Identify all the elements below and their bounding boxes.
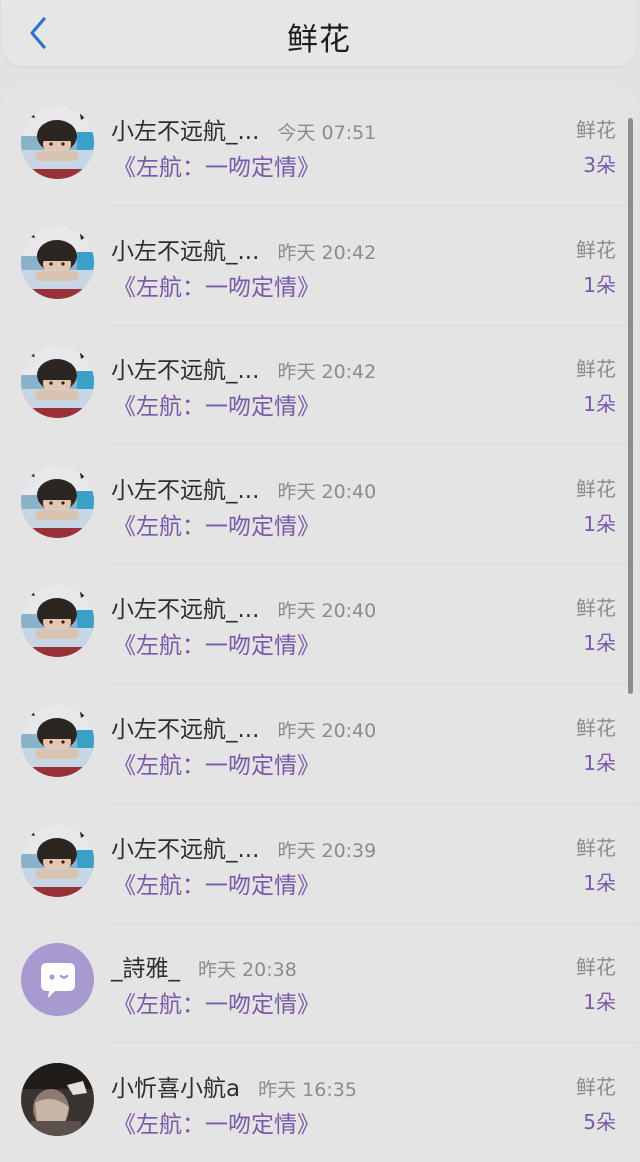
- book-title[interactable]: 《左航：一吻定情》: [113, 387, 320, 421]
- name-line: _詩雅_ 昨天 20:38: [111, 949, 297, 983]
- gift-type: 鲜花: [576, 476, 616, 501]
- gift-count: 5朵: [583, 1109, 616, 1134]
- page-title: 鲜花: [287, 22, 351, 58]
- username[interactable]: _詩雅_: [111, 949, 180, 983]
- list-item[interactable]: _詩雅_ 昨天 20:38 《左航：一吻定情》 鲜花 1朵: [0, 923, 638, 1044]
- list-item[interactable]: 小左不远航_... 昨天 20:40 《左航：一吻定情》 鲜花 1朵: [0, 564, 638, 685]
- timestamp: 昨天 20:42: [277, 241, 377, 264]
- gift-type: 鲜花: [576, 596, 616, 621]
- list-item[interactable]: 小忻喜小航a 昨天 16:35 《左航：一吻定情》 鲜花 5朵: [0, 1043, 638, 1162]
- timestamp: 昨天 20:40: [277, 480, 377, 503]
- gift-list[interactable]: 小左不远航_... 今天 07:51 《左航：一吻定情》 鲜花 3朵 小左不远航…: [0, 86, 638, 1162]
- username[interactable]: 小左不远航_...: [111, 590, 259, 624]
- timestamp: 昨天 20:40: [277, 600, 377, 623]
- timestamp: 今天 07:51: [277, 122, 377, 144]
- timestamp: 昨天 20:42: [277, 361, 377, 384]
- username[interactable]: 小左不远航_...: [111, 471, 259, 505]
- timestamp: 昨天 20:38: [198, 959, 297, 982]
- avatar[interactable]: [21, 584, 94, 658]
- gift-type: 鲜花: [576, 1074, 616, 1099]
- list-item[interactable]: 小左不远航_... 昨天 20:42 《左航：一吻定情》 鲜花 1朵: [0, 325, 638, 446]
- book-title[interactable]: 《左航：一吻定情》: [113, 507, 320, 541]
- gift-count: 1朵: [583, 751, 616, 775]
- book-title[interactable]: 《左航：一吻定情》: [113, 746, 320, 780]
- avatar[interactable]: [21, 345, 94, 419]
- username[interactable]: 小左不远航_...: [111, 112, 259, 146]
- username[interactable]: 小左不远航_...: [111, 830, 259, 864]
- name-line: 小左不远航_... 昨天 20:40: [111, 590, 376, 624]
- gift-count: 1朵: [583, 511, 616, 536]
- list-item[interactable]: 小左不远航_... 今天 07:51 《左航：一吻定情》 鲜花 3朵: [0, 86, 638, 206]
- gift-count: 1朵: [583, 272, 616, 297]
- book-title[interactable]: 《左航：一吻定情》: [113, 268, 320, 302]
- book-title[interactable]: 《左航：一吻定情》: [113, 148, 320, 182]
- avatar[interactable]: [21, 225, 94, 299]
- gift-type: 鲜花: [576, 237, 616, 262]
- timestamp: 昨天 20:39: [277, 839, 377, 862]
- avatar[interactable]: [21, 704, 94, 777]
- username[interactable]: 小忻喜小航a: [111, 1069, 240, 1103]
- gift-type: 鲜花: [576, 716, 616, 740]
- gift-type: 鲜花: [576, 357, 616, 382]
- gift-type: 鲜花: [576, 955, 616, 980]
- avatar[interactable]: [21, 106, 94, 179]
- name-line: 小左不远航_... 今天 07:51: [111, 112, 376, 146]
- avatar[interactable]: [21, 1062, 94, 1136]
- name-line: 小忻喜小航a 昨天 16:35: [111, 1069, 357, 1103]
- name-line: 小左不远航_... 昨天 20:40: [111, 710, 376, 744]
- gift-count: 1朵: [583, 870, 616, 895]
- avatar[interactable]: [21, 943, 94, 1017]
- gift-count: 3朵: [583, 153, 616, 177]
- timestamp: 昨天 20:40: [277, 720, 377, 742]
- list-item[interactable]: 小左不远航_... 昨天 20:40 《左航：一吻定情》 鲜花 1朵: [0, 445, 638, 565]
- list-item[interactable]: 小左不远航_... 昨天 20:39 《左航：一吻定情》 鲜花 1朵: [0, 804, 638, 924]
- nav-header: 鲜花: [2, 0, 636, 66]
- name-line: 小左不远航_... 昨天 20:39: [111, 830, 376, 864]
- username[interactable]: 小左不远航_...: [111, 351, 259, 385]
- timestamp: 昨天 16:35: [258, 1078, 357, 1101]
- name-line: 小左不远航_... 昨天 20:40: [111, 471, 376, 505]
- name-line: 小左不远航_... 昨天 20:42: [111, 351, 376, 385]
- avatar[interactable]: [21, 823, 94, 897]
- scrollbar[interactable]: [628, 118, 633, 694]
- flower-gifts-page: 鲜花 小左不远航_... 今天 07:51 《左航：一吻定情》 鲜花 3朵 小左…: [0, 0, 640, 1162]
- gift-count: 1朵: [583, 990, 616, 1015]
- name-line: 小左不远航_... 昨天 20:42: [111, 232, 376, 266]
- gift-count: 1朵: [583, 631, 616, 656]
- list-item[interactable]: 小左不远航_... 昨天 20:40 《左航：一吻定情》 鲜花 1朵: [0, 684, 638, 804]
- gift-count: 1朵: [583, 392, 616, 417]
- book-title[interactable]: 《左航：一吻定情》: [113, 866, 320, 900]
- list-item[interactable]: 小左不远航_... 昨天 20:42 《左航：一吻定情》 鲜花 1朵: [0, 206, 638, 326]
- username[interactable]: 小左不远航_...: [111, 710, 259, 744]
- book-title[interactable]: 《左航：一吻定情》: [113, 626, 320, 660]
- gift-type: 鲜花: [576, 118, 616, 142]
- username[interactable]: 小左不远航_...: [111, 232, 259, 266]
- book-title[interactable]: 《左航：一吻定情》: [113, 1105, 320, 1139]
- gift-type: 鲜花: [576, 835, 616, 860]
- book-title[interactable]: 《左航：一吻定情》: [113, 985, 320, 1019]
- avatar[interactable]: [21, 464, 94, 538]
